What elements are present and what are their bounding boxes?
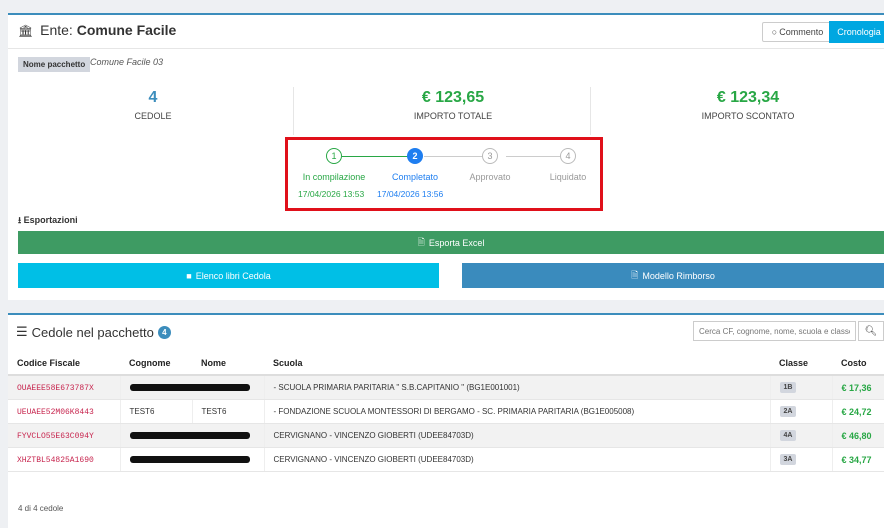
costo: € 46,80 xyxy=(841,430,872,441)
redacted-name xyxy=(129,456,250,464)
nome: TEST6 xyxy=(192,399,265,424)
step-2-date: 17/04/2026 13:56 xyxy=(377,189,444,199)
col-header-costo[interactable]: Costo xyxy=(832,352,884,376)
export-excel-label: Esporta Excel xyxy=(428,237,485,248)
codice-fiscale[interactable]: UEUAEE52M06K8443 xyxy=(17,408,94,417)
modello-rimborso-button[interactable]: 🗎︎ Modello Rimborso xyxy=(462,263,884,288)
elenco-libri-button[interactable]: ■ Elenco libri Cedola xyxy=(18,263,439,288)
entity-name: Comune Facile xyxy=(76,22,177,38)
costo: € 24,72 xyxy=(841,406,872,417)
exports-title-label: Esportazioni xyxy=(23,215,78,225)
cedole-title-label: Cedole nel pacchetto xyxy=(31,324,154,340)
stat-importo-totale: € 123,65 IMPORTO TOTALE xyxy=(388,89,518,121)
cedole-table: Codice Fiscale Cognome Nome Scuola Class… xyxy=(8,352,884,472)
step-connector xyxy=(506,156,560,157)
exports-title: ⭳ Esportazioni xyxy=(18,213,78,229)
scuola: - SCUOLA PRIMARIA PARITARIA " S.B.CAPITA… xyxy=(264,375,771,400)
package-card: 🏛︎ Ente: Comune Facile ○ Commento Cronol… xyxy=(8,13,884,300)
stat-importo-totale-label: IMPORTO TOTALE xyxy=(413,111,493,121)
table-row[interactable]: OUAEEE58E673787X - SCUOLA PRIMARIA PARIT… xyxy=(8,375,884,400)
costo: € 17,36 xyxy=(841,382,872,393)
history-button-label: Cronologia xyxy=(837,27,881,37)
cedole-card: ☰ Cedole nel pacchetto 4 🔍︎ Codice Fisca… xyxy=(8,313,884,528)
step-2-circle: 2 xyxy=(407,148,423,164)
package-name-label: Nome pacchetto xyxy=(18,57,91,72)
download-icon: ⭳ xyxy=(18,215,22,225)
stat-importo-totale-value: € 123,65 xyxy=(421,89,485,106)
table-footer-count: 4 di 4 cedole xyxy=(18,504,64,513)
cedole-title: ☰ Cedole nel pacchetto 4 xyxy=(16,324,171,340)
entity-prefix: Ente: xyxy=(40,22,73,38)
pdf-file-icon: 🗎︎ xyxy=(631,269,639,280)
codice-fiscale[interactable]: FYVCLO55E63C094Y xyxy=(17,432,94,441)
classe-badge: 3A xyxy=(779,454,797,465)
search-icon: 🔍︎ xyxy=(864,325,878,337)
col-header-nome[interactable]: Nome xyxy=(192,352,264,376)
header-divider xyxy=(8,48,884,49)
comment-button-label: Commento xyxy=(779,27,824,37)
step-connector xyxy=(424,156,490,157)
stat-importo-scontato-value: € 123,34 xyxy=(716,89,780,106)
elenco-libri-label: Elenco libri Cedola xyxy=(195,270,271,281)
cedole-count-badge: 4 xyxy=(157,325,171,339)
stat-divider xyxy=(590,87,591,135)
step-3-label: Approvato xyxy=(469,172,511,182)
scuola: CERVIGNANO - VINCENZO GIOBERTI (UDEE8470… xyxy=(264,423,771,448)
book-icon: ■ xyxy=(186,270,192,281)
stat-cedole: 4 CEDOLE xyxy=(118,89,188,121)
scuola: CERVIGNANO - VINCENZO GIOBERTI (UDEE8470… xyxy=(264,447,771,472)
stat-importo-scontato-label: IMPORTO SCONTATO xyxy=(701,111,795,121)
step-1-circle: 1 xyxy=(326,148,342,164)
table-header-row: Codice Fiscale Cognome Nome Scuola Class… xyxy=(8,352,884,376)
codice-fiscale[interactable]: OUAEEE58E673787X xyxy=(17,384,94,393)
classe-badge: 4A xyxy=(779,430,797,441)
cognome: TEST6 xyxy=(120,399,193,424)
classe-badge: 2A xyxy=(779,406,797,417)
history-button[interactable]: Cronologia xyxy=(829,21,884,43)
entity-title: 🏛︎ Ente: Comune Facile xyxy=(18,22,176,38)
step-4-label: Liquidato xyxy=(549,172,587,182)
scuola: - FONDAZIONE SCUOLA MONTESSORI DI BERGAM… xyxy=(264,399,771,424)
excel-file-icon: 🗎︎ xyxy=(417,236,425,247)
stat-importo-scontato: € 123,34 IMPORTO SCONTATO xyxy=(678,89,818,121)
col-header-cognome[interactable]: Cognome xyxy=(120,352,192,376)
costo: € 34,77 xyxy=(841,454,872,465)
step-1-label: In compilazione xyxy=(302,172,366,182)
bank-icon: 🏛︎ xyxy=(18,24,34,38)
table-row[interactable]: UEUAEE52M06K8443 TEST6 TEST6 - FONDAZION… xyxy=(8,399,884,424)
table-row[interactable]: FYVCLO55E63C094Y CERVIGNANO - VINCENZO G… xyxy=(8,423,884,448)
stat-cedole-label: CEDOLE xyxy=(134,111,172,121)
stat-cedole-value: 4 xyxy=(148,89,158,106)
cedole-search-input[interactable] xyxy=(693,321,856,341)
export-excel-button[interactable]: 🗎︎ Esporta Excel xyxy=(18,231,884,254)
comment-button[interactable]: ○ Commento xyxy=(762,22,833,42)
step-4-circle: 4 xyxy=(560,148,576,164)
search-button[interactable]: 🔍︎ xyxy=(858,321,884,341)
col-header-scuola[interactable]: Scuola xyxy=(264,352,770,376)
comment-icon: ○ xyxy=(771,27,778,37)
package-name-value: Comune Facile 03 xyxy=(90,57,164,67)
stat-divider xyxy=(293,87,294,135)
redacted-name xyxy=(129,384,250,392)
col-header-classe[interactable]: Classe xyxy=(770,352,832,376)
col-header-codice-fiscale[interactable]: Codice Fiscale xyxy=(8,352,120,376)
list-icon: ☰ xyxy=(16,324,28,339)
step-3-circle: 3 xyxy=(482,148,498,164)
modello-rimborso-label: Modello Rimborso xyxy=(642,270,715,281)
table-row[interactable]: XHZTBL54825A1690 CERVIGNANO - VINCENZO G… xyxy=(8,447,884,472)
step-2-label: Completato xyxy=(391,172,439,182)
step-1-date: 17/04/2026 13:53 xyxy=(298,189,365,199)
classe-badge: 1B xyxy=(779,382,797,393)
codice-fiscale[interactable]: XHZTBL54825A1690 xyxy=(17,456,94,465)
step-connector xyxy=(342,156,408,157)
redacted-name xyxy=(129,432,250,440)
